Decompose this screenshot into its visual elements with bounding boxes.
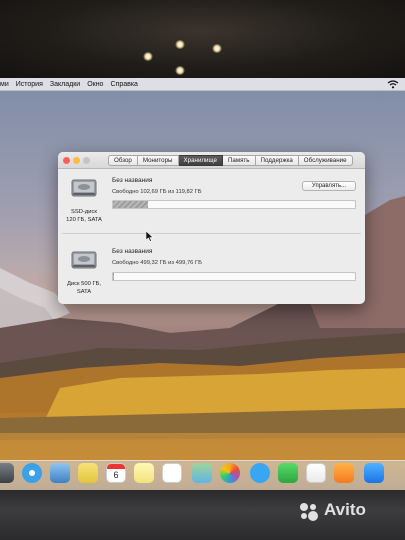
books-icon[interactable] <box>334 463 354 483</box>
disk-label-line2: SATA <box>76 289 92 295</box>
mac-screen: ми История Закладки Окно Справка Обзор М… <box>0 78 405 490</box>
storage-bar-used <box>113 273 114 280</box>
calendar-icon[interactable]: 6 <box>106 463 126 483</box>
ceiling-light <box>143 52 153 61</box>
music-icon[interactable] <box>306 463 326 483</box>
volume-free-space: Свободно 499,32 ГБ из 499,76 ГБ <box>112 260 202 266</box>
menu-item-window[interactable]: Окно <box>87 81 103 88</box>
room-background <box>0 0 405 78</box>
menu-item-bookmarks[interactable]: Закладки <box>50 81 80 88</box>
app-store-icon[interactable] <box>364 463 384 483</box>
watermark-text: Avito <box>324 500 366 519</box>
internal-disk-icon <box>71 251 97 269</box>
mouse-cursor-icon <box>146 231 154 242</box>
tab-memory[interactable]: Память <box>222 155 256 166</box>
menu-item-history[interactable]: История <box>16 81 43 88</box>
facetime-icon[interactable] <box>278 463 298 483</box>
about-this-mac-window: Обзор Мониторы Хранилище Память Поддержк… <box>58 152 365 304</box>
minimize-button[interactable] <box>73 157 80 164</box>
stickies-icon[interactable] <box>134 463 154 483</box>
manage-button[interactable]: Управлять... <box>302 181 356 191</box>
tab-support[interactable]: Поддержка <box>255 155 299 166</box>
volume-free-space: Свободно 102,69 ГБ из 119,82 ГБ <box>112 189 202 195</box>
menu-item-help[interactable]: Справка <box>110 81 137 88</box>
disk-label-line1: Диск 500 ГБ, <box>66 281 102 287</box>
storage-bar-used <box>113 201 148 208</box>
volume-name: Без названия <box>112 177 153 184</box>
disk-label-line2: 120 ГБ, SATA <box>66 217 102 223</box>
storage-bar <box>112 200 356 209</box>
disk-label: SSD-диск 120 ГБ, SATA <box>59 208 109 224</box>
menu-item-view[interactable]: ми <box>0 81 9 88</box>
avito-logo-icon <box>300 503 318 521</box>
calendar-day: 6 <box>113 470 119 480</box>
close-button[interactable] <box>63 157 70 164</box>
preview-icon[interactable] <box>50 463 70 483</box>
disk-label: Диск 500 ГБ, SATA <box>59 280 109 296</box>
tab-displays[interactable]: Мониторы <box>137 155 179 166</box>
zoom-button[interactable] <box>83 157 90 164</box>
photos-icon[interactable] <box>220 463 240 483</box>
safari-icon[interactable] <box>22 463 42 483</box>
storage-bar <box>112 272 356 281</box>
window-titlebar[interactable]: Обзор Мониторы Хранилище Память Поддержк… <box>58 152 365 169</box>
segmented-tabs: Обзор Мониторы Хранилище Память Поддержк… <box>108 155 353 166</box>
internal-disk-icon <box>71 179 97 197</box>
volume-name: Без названия <box>112 248 153 255</box>
maps-icon[interactable] <box>192 463 212 483</box>
divider <box>62 233 361 234</box>
disk-label-line1: SSD-диск <box>71 209 97 215</box>
reminders-icon[interactable] <box>162 463 182 483</box>
menu-bar: ми История Закладки Окно Справка <box>0 78 405 91</box>
tab-service[interactable]: Обслуживание <box>298 155 353 166</box>
photo-frame: ми История Закладки Окно Справка Обзор М… <box>0 0 405 540</box>
ceiling-light <box>212 44 222 53</box>
tab-overview[interactable]: Обзор <box>108 155 138 166</box>
launchpad-icon[interactable] <box>0 463 14 483</box>
wifi-icon[interactable] <box>387 80 399 89</box>
tab-storage[interactable]: Хранилище <box>178 155 223 166</box>
messages-icon[interactable] <box>250 463 270 483</box>
notes-icon[interactable] <box>78 463 98 483</box>
dock: 6 <box>0 460 405 490</box>
ceiling-light <box>175 66 185 75</box>
ceiling-light <box>175 40 185 49</box>
